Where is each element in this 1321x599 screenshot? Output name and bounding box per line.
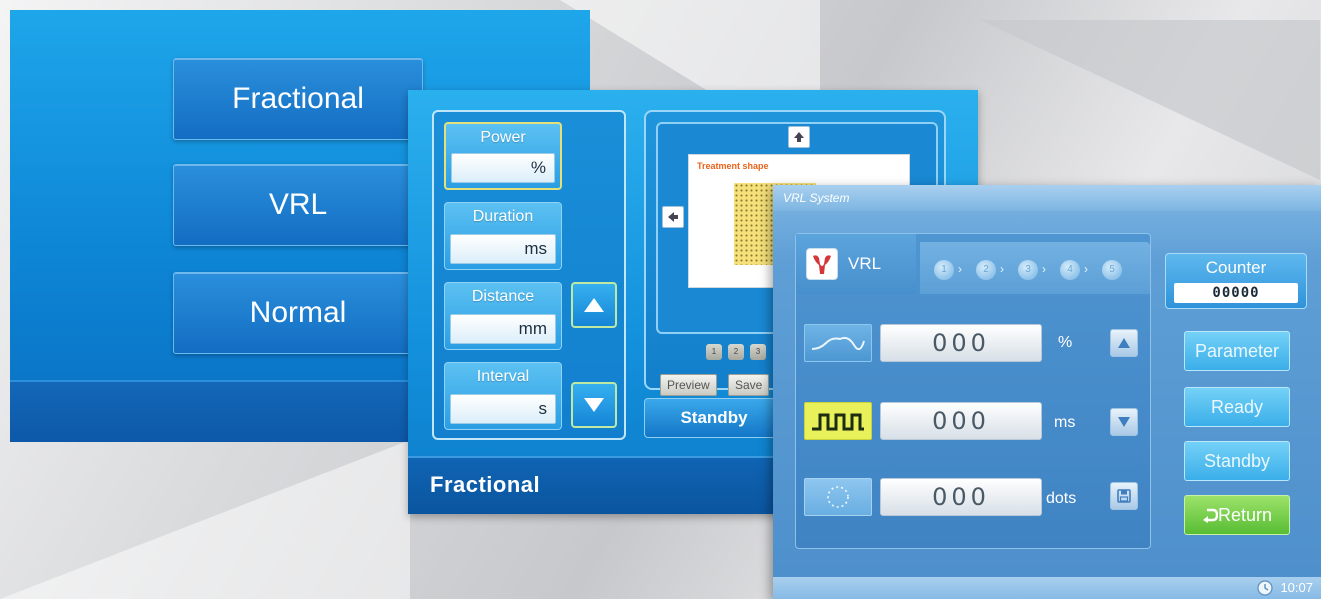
- clock-icon: [1257, 580, 1273, 596]
- dots-value-field[interactable]: 000: [880, 478, 1042, 516]
- save-button[interactable]: [1110, 482, 1138, 510]
- vrl-tab-label: VRL: [848, 254, 882, 273]
- interval-label: Interval: [476, 368, 530, 385]
- step-1[interactable]: 1: [934, 260, 954, 280]
- vrl-main-panel: VRL 1 › 2 › 3 › 4 › 5 000 % 000 ms 000 d…: [795, 233, 1151, 549]
- duration-value-field[interactable]: 000: [880, 402, 1042, 440]
- parameter-button[interactable]: Parameter: [1184, 331, 1290, 371]
- step-separator-icon: ›: [1084, 262, 1088, 276]
- footer-title: Fractional: [430, 472, 541, 497]
- step-4[interactable]: 4: [1060, 260, 1080, 280]
- step-indicator: 1 › 2 › 3 › 4 › 5: [920, 242, 1150, 294]
- power-unit: %: [1058, 334, 1073, 351]
- standby-button[interactable]: Standby: [1184, 441, 1290, 481]
- step-separator-icon: ›: [1042, 262, 1046, 276]
- increase-button[interactable]: [571, 282, 617, 328]
- fractional-mode-button[interactable]: Fractional: [173, 58, 423, 140]
- distance-field[interactable]: mm: [450, 314, 556, 344]
- page-3-button[interactable]: 3: [750, 344, 766, 360]
- decrease-button[interactable]: [571, 382, 617, 428]
- clock-time: 10:07: [1280, 580, 1313, 595]
- pulse-icon[interactable]: [804, 402, 872, 440]
- uterus-icon: [806, 248, 838, 280]
- power-label: Power: [480, 129, 526, 146]
- shape-up-button[interactable]: [788, 126, 810, 148]
- duration-param[interactable]: Duration ms: [444, 202, 562, 270]
- counter-display: Counter 00000: [1165, 253, 1307, 309]
- save-button[interactable]: Save: [728, 374, 770, 396]
- vrl-tab[interactable]: VRL: [796, 234, 916, 294]
- save-icon: [1117, 489, 1131, 503]
- shape-left-button[interactable]: [662, 206, 684, 228]
- decrease-button[interactable]: [1110, 408, 1138, 436]
- arrow-up-icon: [584, 298, 604, 312]
- dots-unit: dots: [1046, 490, 1077, 507]
- normal-mode-button[interactable]: Normal: [173, 272, 423, 354]
- background-facet: [980, 20, 1320, 180]
- increase-button[interactable]: [1110, 329, 1138, 357]
- step-3[interactable]: 3: [1018, 260, 1038, 280]
- distance-param[interactable]: Distance mm: [444, 282, 562, 350]
- power-param[interactable]: Power %: [444, 122, 562, 190]
- page-2-button[interactable]: 2: [728, 344, 744, 360]
- ready-button[interactable]: Ready: [1184, 387, 1290, 427]
- return-label: Return: [1217, 505, 1273, 525]
- return-arrow-icon: [1202, 508, 1219, 523]
- arrow-down-icon: [584, 398, 604, 412]
- power-field[interactable]: %: [451, 153, 555, 183]
- duration-unit: ms: [1054, 414, 1076, 431]
- distance-label: Distance: [471, 288, 535, 305]
- return-button[interactable]: Return: [1184, 495, 1290, 535]
- vrl-mode-button[interactable]: VRL: [173, 164, 423, 246]
- parameter-panel: Power % Duration ms Distance mm Interval…: [432, 110, 626, 440]
- treatment-shape-title: Treatment shape: [697, 161, 769, 171]
- arrow-down-icon: [1118, 417, 1130, 427]
- duration-label: Duration: [472, 208, 534, 225]
- standby-button[interactable]: Standby: [644, 398, 784, 438]
- counter-label: Counter: [1205, 258, 1267, 277]
- window-title: VRL System: [773, 185, 1321, 211]
- step-separator-icon: ›: [958, 262, 962, 276]
- page-1-button[interactable]: 1: [706, 344, 722, 360]
- interval-field[interactable]: s: [450, 394, 556, 424]
- dot-circle-icon[interactable]: [804, 478, 872, 516]
- background-facet: [0, 440, 410, 599]
- vrl-screen: VRL System VRL 1 › 2 › 3 › 4 › 5 000 % 0…: [773, 185, 1321, 599]
- arrow-up-icon: [794, 132, 804, 142]
- preview-button[interactable]: Preview: [660, 374, 717, 396]
- power-value-field[interactable]: 000: [880, 324, 1042, 362]
- power-wave-icon[interactable]: [804, 324, 872, 362]
- interval-param[interactable]: Interval s: [444, 362, 562, 430]
- status-bar: 10:07: [773, 577, 1321, 599]
- step-2[interactable]: 2: [976, 260, 996, 280]
- arrow-left-icon: [668, 212, 678, 222]
- duration-field[interactable]: ms: [450, 234, 556, 264]
- step-5[interactable]: 5: [1102, 260, 1122, 280]
- counter-value: 00000: [1174, 283, 1298, 303]
- arrow-up-icon: [1118, 338, 1130, 348]
- step-separator-icon: ›: [1000, 262, 1004, 276]
